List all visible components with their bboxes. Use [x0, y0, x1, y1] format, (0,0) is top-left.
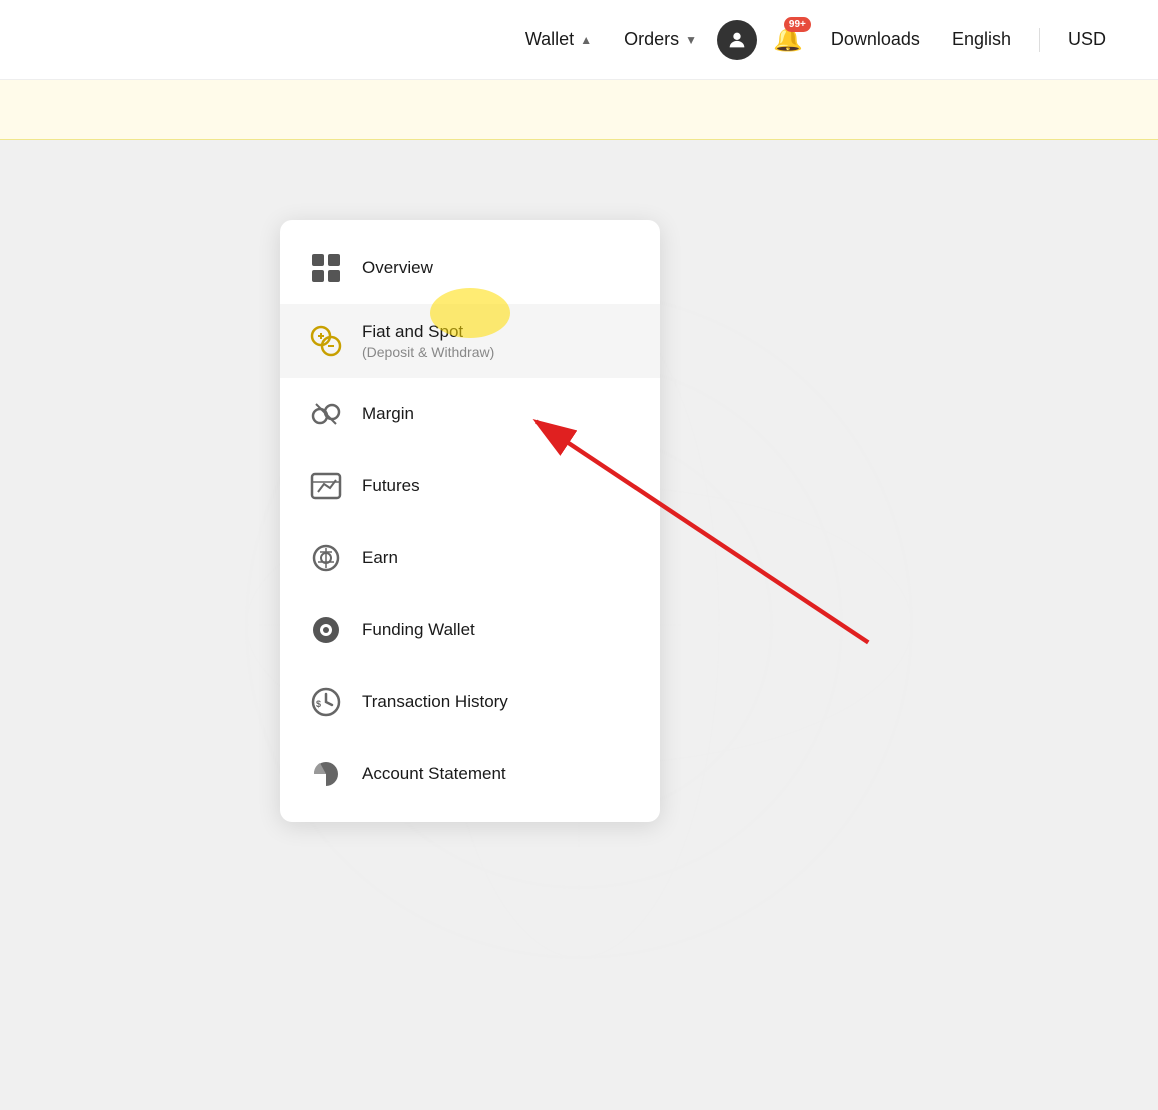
- language-label: English: [952, 29, 1011, 50]
- wallet-dropdown-menu: Overview Fiat and Spot (Deposit & Withdr…: [280, 220, 660, 822]
- main-content: Overview Fiat and Spot (Deposit & Withdr…: [0, 140, 1158, 1110]
- wallet-label: Wallet: [525, 29, 574, 50]
- currency-nav-item[interactable]: USD: [1056, 21, 1118, 58]
- transaction-history-label: Transaction History: [362, 692, 508, 712]
- funding-wallet-label: Funding Wallet: [362, 620, 475, 640]
- dropdown-item-transaction-history[interactable]: $ Transaction History: [280, 666, 660, 738]
- downloads-label: Downloads: [831, 29, 920, 50]
- overview-icon: [308, 250, 344, 286]
- futures-icon: [308, 468, 344, 504]
- dropdown-item-funding-wallet[interactable]: Funding Wallet: [280, 594, 660, 666]
- dropdown-item-fiat-spot[interactable]: Fiat and Spot (Deposit & Withdraw): [280, 304, 660, 378]
- dropdown-item-account-statement[interactable]: Account Statement: [280, 738, 660, 810]
- funding-wallet-icon: [308, 612, 344, 648]
- dropdown-item-futures[interactable]: Futures: [280, 450, 660, 522]
- wallet-caret-icon: ▲: [580, 33, 592, 47]
- earn-label: Earn: [362, 548, 398, 568]
- account-statement-label: Account Statement: [362, 764, 506, 784]
- account-statement-icon: [308, 756, 344, 792]
- fiat-spot-text: Fiat and Spot (Deposit & Withdraw): [362, 322, 494, 360]
- overview-text: Overview: [362, 258, 433, 278]
- wallet-nav-item[interactable]: Wallet ▲: [513, 21, 604, 58]
- navbar: Wallet ▲ Orders ▼ 🔔 99+ Downloads Englis…: [0, 0, 1158, 80]
- currency-label: USD: [1068, 29, 1106, 50]
- dropdown-item-margin[interactable]: Margin: [280, 378, 660, 450]
- account-statement-text: Account Statement: [362, 764, 506, 784]
- fiat-spot-icon: [308, 323, 344, 359]
- margin-label: Margin: [362, 404, 414, 424]
- fiat-spot-sublabel: (Deposit & Withdraw): [362, 344, 494, 360]
- language-nav-item[interactable]: English: [940, 21, 1023, 58]
- dropdown-item-earn[interactable]: Earn: [280, 522, 660, 594]
- svg-text:$: $: [316, 699, 321, 709]
- orders-caret-icon: ▼: [685, 33, 697, 47]
- earn-icon: [308, 540, 344, 576]
- earn-text: Earn: [362, 548, 398, 568]
- navbar-items: Wallet ▲ Orders ▼ 🔔 99+ Downloads Englis…: [513, 17, 1118, 62]
- futures-text: Futures: [362, 476, 420, 496]
- margin-text: Margin: [362, 404, 414, 424]
- notification-badge: 99+: [784, 17, 811, 32]
- futures-label: Futures: [362, 476, 420, 496]
- notification-bell[interactable]: 🔔 99+: [765, 17, 811, 62]
- nav-divider: [1039, 28, 1040, 52]
- fiat-spot-label: Fiat and Spot: [362, 322, 494, 342]
- transaction-history-icon: $: [308, 684, 344, 720]
- margin-icon: [308, 396, 344, 432]
- dropdown-item-overview[interactable]: Overview: [280, 232, 660, 304]
- transaction-history-text: Transaction History: [362, 692, 508, 712]
- yellow-banner: [0, 80, 1158, 140]
- funding-wallet-text: Funding Wallet: [362, 620, 475, 640]
- orders-label: Orders: [624, 29, 679, 50]
- user-avatar[interactable]: [717, 20, 757, 60]
- downloads-nav-item[interactable]: Downloads: [819, 21, 932, 58]
- overview-label: Overview: [362, 258, 433, 278]
- orders-nav-item[interactable]: Orders ▼: [612, 21, 709, 58]
